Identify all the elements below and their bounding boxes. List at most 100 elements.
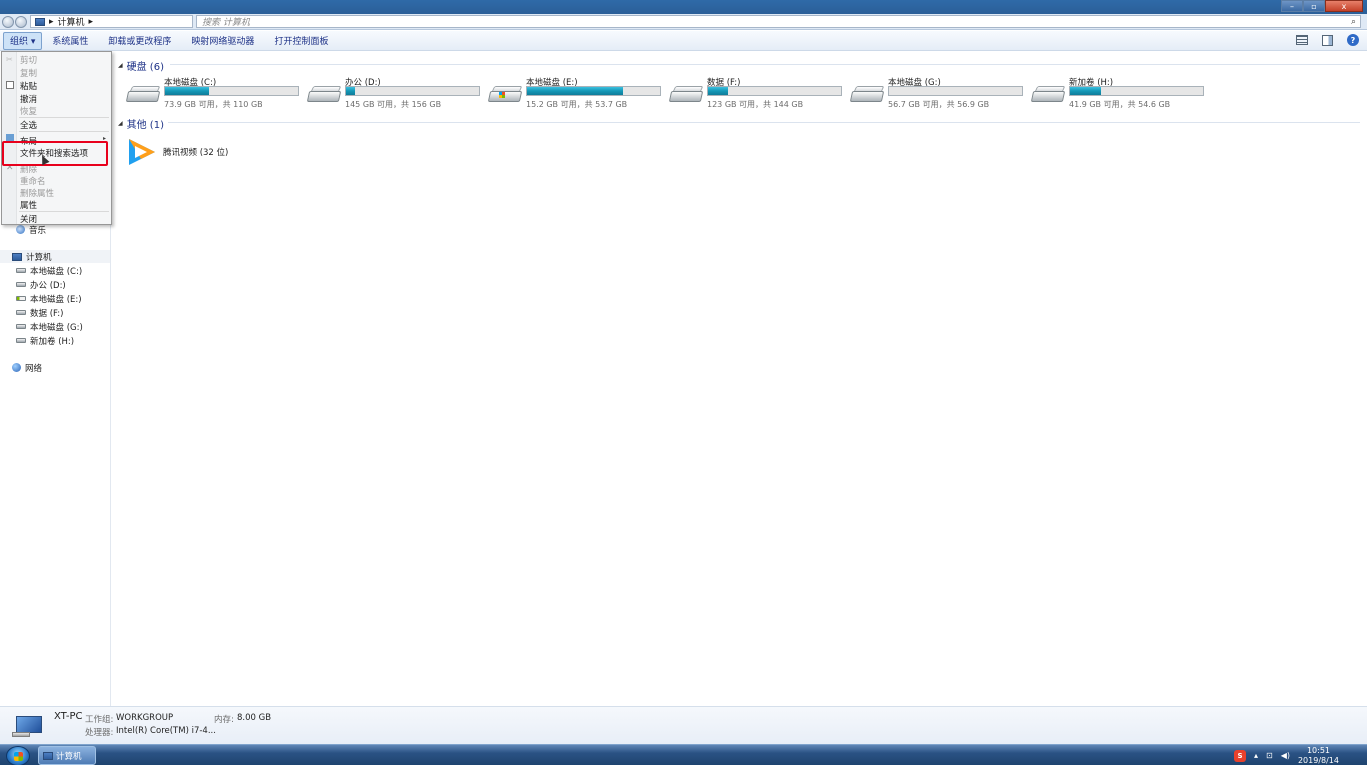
menu-item-select-all[interactable]: 全选 xyxy=(20,119,37,131)
tencent-video-icon xyxy=(125,137,159,167)
start-button[interactable] xyxy=(6,746,30,765)
nav-item-label: 网络 xyxy=(25,363,43,374)
hard-drive-icon xyxy=(1030,86,1066,103)
address-bar[interactable]: ▸ 计算机 ▸ xyxy=(30,15,193,28)
open-control-panel-button[interactable]: 打开控制面板 xyxy=(264,32,338,50)
breadcrumb-arrow[interactable]: ▸ xyxy=(89,17,94,27)
pc-name: XT-PC xyxy=(54,711,83,722)
highlight-annotation-box xyxy=(2,141,108,166)
menu-item-undo[interactable]: 撤消 xyxy=(20,93,37,105)
volume-icon[interactable]: ◀) xyxy=(1281,751,1290,760)
maximize-button[interactable]: ▫ xyxy=(1303,0,1325,12)
back-button[interactable] xyxy=(2,16,14,28)
network-tray-icon[interactable]: ⊡ xyxy=(1266,751,1273,760)
menu-item-rename[interactable]: 重命名 xyxy=(20,175,46,187)
content-area: ◢ 硬盘 (6) 本地磁盘 (C:) 73.9 GB 可用，共 110 GB 办… xyxy=(112,52,1367,706)
app-name: 腾讯视频 (32 位) xyxy=(163,148,229,158)
drive-usage-fill xyxy=(527,87,623,95)
help-icon[interactable]: ? xyxy=(1347,34,1359,46)
drive-tile-c[interactable]: 本地磁盘 (C:) 73.9 GB 可用，共 110 GB xyxy=(125,76,305,112)
nav-item-network[interactable]: 网络 xyxy=(12,361,42,374)
search-icon[interactable]: ⌕ xyxy=(1351,17,1356,27)
nav-item-label: 本地磁盘 (E:) xyxy=(30,294,82,305)
command-toolbar: 组织 ▾ 系统属性 卸载或更改程序 映射网络驱动器 打开控制面板 ? xyxy=(0,31,1367,51)
system-tray: S ▴ ⊡ ◀) 10:51 2019/8/14 xyxy=(1233,745,1367,765)
drive-tile-e[interactable]: 本地磁盘 (E:) 15.2 GB 可用，共 53.7 GB xyxy=(487,76,667,112)
drive-tile-f[interactable]: 数据 (F:) 123 GB 可用，共 144 GB xyxy=(668,76,848,112)
drive-icon xyxy=(16,282,26,287)
menu-item-redo[interactable]: 恢复 xyxy=(20,105,37,117)
network-icon xyxy=(12,363,21,372)
workgroup-value: WORKGROUP xyxy=(116,713,174,723)
organize-button[interactable]: 组织 ▾ xyxy=(3,31,43,50)
nav-item-drive-e[interactable]: 本地磁盘 (E:) xyxy=(16,292,82,305)
drive-usage-fill xyxy=(1070,87,1101,95)
music-icon xyxy=(16,225,25,234)
drive-usage-bar xyxy=(1069,86,1204,96)
group-header-other[interactable]: ◢ 其他 (1) xyxy=(118,116,164,131)
drive-icon xyxy=(16,310,26,315)
breadcrumb-arrow[interactable]: ▸ xyxy=(49,17,54,27)
search-placeholder: 搜索 计算机 xyxy=(202,18,250,28)
map-network-drive-button[interactable]: 映射网络驱动器 xyxy=(181,32,264,50)
drive-icon xyxy=(16,324,26,329)
uninstall-program-button[interactable]: 卸载或更改程序 xyxy=(98,32,181,50)
toolbar-right: ? xyxy=(1296,34,1359,46)
nav-item-label: 本地磁盘 (G:) xyxy=(30,322,83,333)
menu-item-paste[interactable]: 粘贴 xyxy=(20,80,37,92)
drive-icon xyxy=(16,268,26,273)
drive-tile-g[interactable]: 本地磁盘 (G:) 56.7 GB 可用，共 56.9 GB xyxy=(849,76,1029,112)
close-button[interactable]: x xyxy=(1325,0,1363,12)
hard-drive-icon xyxy=(668,86,704,103)
windows-drive-icon xyxy=(16,296,26,301)
menu-item-cut[interactable]: 剪切 xyxy=(20,54,37,66)
minimize-button[interactable]: – xyxy=(1281,0,1303,12)
change-view-icon[interactable] xyxy=(1296,35,1308,45)
computer-icon xyxy=(43,751,53,760)
menu-item-remove-properties[interactable]: 删除属性 xyxy=(20,187,54,199)
drive-usage-fill xyxy=(346,87,356,95)
taskbar-item-label: 计算机 xyxy=(56,751,82,762)
menu-separator xyxy=(19,131,109,132)
drive-free-space: 41.9 GB 可用，共 54.6 GB xyxy=(1069,100,1171,109)
breadcrumb-computer[interactable]: 计算机 xyxy=(58,15,85,28)
group-header-label: 其他 (1) xyxy=(126,120,164,131)
window-title-bar: – ▫ x xyxy=(0,0,1367,14)
tencent-video-item[interactable]: 腾讯视频 (32 位) xyxy=(125,137,228,167)
clock[interactable]: 10:51 2019/8/14 xyxy=(1298,746,1339,765)
drive-usage-bar xyxy=(164,86,299,96)
cpu-label: 处理器: xyxy=(85,728,114,738)
nav-item-drive-g[interactable]: 本地磁盘 (G:) xyxy=(16,320,83,333)
menu-item-properties[interactable]: 属性 xyxy=(20,199,37,211)
show-hidden-icons-icon[interactable]: ▴ xyxy=(1254,751,1258,760)
nav-item-computer[interactable]: 计算机 xyxy=(0,250,110,263)
drive-usage-fill xyxy=(708,87,728,95)
drive-icon xyxy=(16,338,26,343)
nav-item-drive-c[interactable]: 本地磁盘 (C:) xyxy=(16,264,82,277)
memory-value: 8.00 GB xyxy=(237,713,272,723)
organize-menu: ✂ 剪切 复制 粘贴 撤消 恢复 全选 布局 ▸ 文件夹和搜索选项 ✕ 删除 重… xyxy=(1,51,112,225)
taskbar-item-computer[interactable]: 计算机 xyxy=(38,746,96,765)
cpu-value: Intel(R) Core(TM) i7-4... xyxy=(116,726,216,736)
menu-item-close[interactable]: 关闭 xyxy=(20,213,37,225)
clock-date: 2019/8/14 xyxy=(1297,755,1339,765)
nav-item-drive-d[interactable]: 办公 (D:) xyxy=(16,278,66,291)
nav-item-label: 计算机 xyxy=(26,252,52,263)
forward-button[interactable] xyxy=(15,16,27,28)
address-row: ▸ 计算机 ▸ 搜索 计算机 ⌕ xyxy=(0,14,1367,30)
menu-item-copy[interactable]: 复制 xyxy=(20,67,37,79)
group-header-label: 硬盘 (6) xyxy=(126,62,164,73)
sogou-input-icon[interactable]: S xyxy=(1233,749,1246,762)
collapse-triangle-icon[interactable]: ◢ xyxy=(118,120,123,127)
group-header-hard-disks[interactable]: ◢ 硬盘 (6) xyxy=(118,58,164,73)
preview-pane-icon[interactable] xyxy=(1322,34,1333,46)
nav-item-drive-h[interactable]: 新加卷 (H:) xyxy=(16,334,74,347)
computer-icon xyxy=(12,716,42,738)
drive-free-space: 56.7 GB 可用，共 56.9 GB xyxy=(888,100,990,109)
nav-item-drive-f[interactable]: 数据 (F:) xyxy=(16,306,63,319)
drive-tile-d[interactable]: 办公 (D:) 145 GB 可用，共 156 GB xyxy=(306,76,486,112)
drive-tile-h[interactable]: 新加卷 (H:) 41.9 GB 可用，共 54.6 GB xyxy=(1030,76,1210,112)
system-properties-button[interactable]: 系统属性 xyxy=(42,32,98,50)
collapse-triangle-icon[interactable]: ◢ xyxy=(118,62,123,69)
search-input[interactable]: 搜索 计算机 ⌕ xyxy=(196,15,1361,28)
